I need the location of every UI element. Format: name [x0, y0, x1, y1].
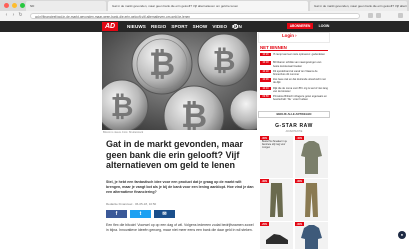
bitcoin-coins-image: ₿ ₿ ₿ ₿: [102, 32, 257, 130]
news-time: 09:58: [260, 94, 271, 99]
news-headline: 80 libanon schilde van naamgevingen van …: [273, 61, 322, 68]
discount-badge: -30%: [295, 179, 304, 183]
news-time: 10:18: [260, 61, 271, 65]
article-body: Een flex die bitcoin! Voorwel op op een …: [106, 223, 254, 232]
news-headline: Dit spookbrand al vanaf ten Vlaams de bi…: [273, 69, 318, 76]
browser-tab-3[interactable]: Gat in de markt gevonden, maar geen bank…: [310, 1, 407, 11]
news-item[interactable]: 10:26 IT-ramp kan leer niets opleveren: …: [260, 53, 328, 61]
shoe-image: [266, 234, 288, 244]
discount-badge: -30%: [260, 179, 269, 183]
ad-label: ADVERTENTIE: [285, 130, 303, 133]
image-caption: Bitcoin is nieuw. Foto: Shutterstock: [103, 131, 144, 134]
discount-badge: -30%: [295, 222, 304, 226]
browser-tab-1[interactable]: ND: [26, 1, 106, 11]
browser-toolbar: ‹ › ↻ ad.nl/financieel/gat-in-de-markt-g…: [0, 11, 409, 21]
screen: ND Gat in de markt gevonden, maar geen b…: [0, 0, 409, 249]
news-headline: Zes twee zak en dat duizende uitverkocht…: [273, 78, 326, 85]
article-meta: Redactie Financieel · 06-05-18, 10:50: [106, 202, 157, 206]
news-time: 10:06: [260, 78, 271, 82]
forward-icon[interactable]: ›: [11, 13, 16, 18]
ad-product[interactable]: -30%: [260, 179, 293, 221]
ad-brand-logo[interactable]: G-STAR RAW: [258, 123, 330, 129]
article-intro: Stel, je hebt een fantastisch idee voor …: [106, 180, 254, 195]
nav-item-sport[interactable]: SPORT: [171, 23, 187, 30]
svg-text:₿: ₿: [111, 91, 134, 122]
share-email-button[interactable]: ✉: [154, 210, 175, 218]
ad-product[interactable]: -30% Bestel Nu Sneaker in je favoriete s…: [260, 136, 293, 178]
discount-badge: -40%: [295, 136, 304, 140]
sidebar-login-link[interactable]: Login ›: [282, 33, 297, 38]
trousers-image: [270, 183, 283, 217]
net-binnen-list: NET BINNEN 10:26 IT-ramp kan leer niets …: [260, 45, 328, 103]
jacket-image: [301, 225, 322, 249]
window-controls: [4, 3, 25, 8]
back-icon[interactable]: ‹: [4, 13, 9, 18]
svg-text:₿: ₿: [149, 46, 175, 82]
menu-icon[interactable]: [398, 13, 403, 18]
article-headline: Gat in de markt gevonden, maar geen bank…: [106, 139, 244, 170]
extension-icon[interactable]: [368, 13, 373, 18]
ad-product-label: Bestel Nu Sneaker in je favoriete stijl …: [262, 140, 287, 149]
svg-text:₿: ₿: [213, 45, 236, 76]
chat-avatar-icon[interactable]: ●: [398, 231, 406, 239]
jacket-image: [301, 141, 322, 174]
svg-text:₿: ₿: [181, 98, 207, 130]
news-headline: Prinsloos Britisch infrageze gown eigena…: [273, 94, 327, 102]
share-twitter-button[interactable]: t: [130, 210, 151, 218]
news-time: 10:26: [260, 53, 271, 57]
main-nav: NIEUWS REGIO SPORT SHOW VIDEO FUN: [127, 23, 242, 30]
address-bar[interactable]: ad.nl/financieel/gat-in-de-markt-gevonde…: [30, 13, 360, 19]
news-item[interactable]: 10:18 Dit spookbrand al vanaf ten Vlaams…: [260, 69, 328, 78]
news-item[interactable]: 10:18 80 libanon schilde van naamgevinge…: [260, 61, 328, 69]
subscribe-button[interactable]: ABONNEREN: [287, 23, 313, 29]
nav-item-nieuws[interactable]: NIEUWS: [127, 23, 146, 30]
ad-product[interactable]: -30%: [295, 222, 328, 249]
ad-product[interactable]: -40%: [295, 136, 328, 178]
bookmark-icon[interactable]: [376, 13, 381, 18]
maximize-window-button[interactable]: [20, 3, 25, 8]
news-time: 10:18: [260, 69, 271, 74]
share-facebook-button[interactable]: f: [106, 210, 127, 218]
nav-item-video[interactable]: VIDEO: [212, 23, 227, 30]
reload-icon[interactable]: ↻: [18, 13, 23, 18]
news-item[interactable]: 09:58 Prinsloos Britisch infrageze gown …: [260, 94, 328, 103]
news-item[interactable]: 10:03 Rijk die de coma voor 88 t o/g is …: [260, 86, 328, 95]
news-headline: IT-ramp kan leer niets opleveren: gedenk…: [273, 53, 326, 56]
news-item[interactable]: 10:06 Zes twee zak en dat duizende uitve…: [260, 78, 328, 86]
site-logo[interactable]: AD: [102, 22, 118, 31]
discount-badge: -20%: [260, 222, 269, 226]
ad-product[interactable]: -30%: [295, 179, 328, 221]
ad-product[interactable]: -20%: [260, 222, 293, 249]
news-headline: Rijk die de coma voor 88 t o/g is wel of…: [273, 86, 328, 93]
trousers-image: [305, 183, 318, 217]
close-window-button[interactable]: [4, 3, 9, 8]
login-link[interactable]: LOGIN: [315, 23, 333, 29]
news-time: 10:03: [260, 86, 271, 90]
net-binnen-title: NET BINNEN: [260, 45, 328, 51]
nav-item-show[interactable]: SHOW: [193, 23, 208, 30]
minimize-window-button[interactable]: [12, 3, 17, 8]
tab-bar: ND Gat in de markt gevonden, maar geen b…: [0, 0, 409, 11]
view-all-articles-button[interactable]: BEKIJK ALLE ARTIKELEN: [258, 111, 330, 118]
article-hero-image: ₿ ₿ ₿ ₿: [102, 32, 257, 130]
browser-chrome: ND Gat in de markt gevonden, maar geen b…: [0, 0, 409, 21]
nav-item-regio[interactable]: REGIO: [151, 23, 166, 30]
browser-tab-2[interactable]: Gat in de markt gevonden, maar geen bank…: [108, 1, 308, 11]
search-icon[interactable]: [233, 24, 238, 29]
